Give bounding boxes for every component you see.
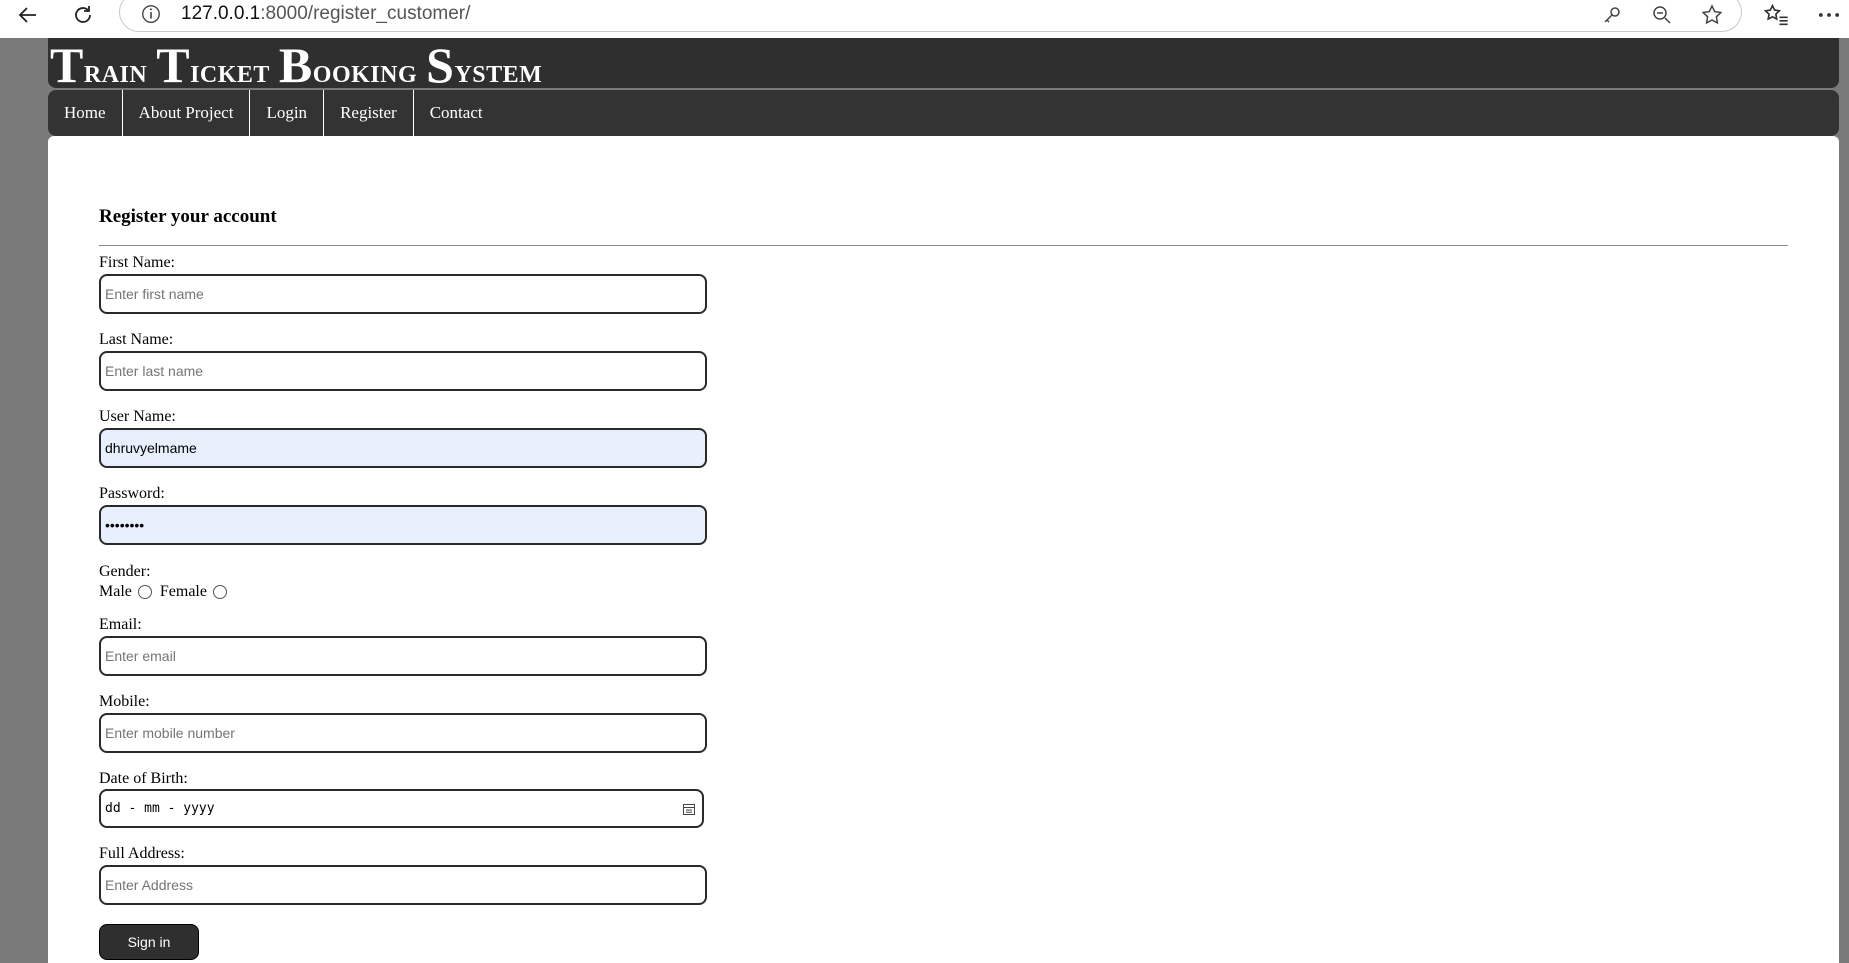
site-title-part: B <box>278 37 313 93</box>
user-name-input[interactable] <box>99 428 707 468</box>
menu-item-contact[interactable]: Contact <box>414 90 499 136</box>
site-title-part: icket <box>190 53 279 90</box>
dob-label: Date of Birth: <box>99 770 188 787</box>
main-menu: Home About Project Login Register Contac… <box>48 90 1839 136</box>
last-name-label: Last Name: <box>99 331 174 348</box>
menu-item-register[interactable]: Register <box>324 90 414 136</box>
user-name-label: User Name: <box>99 408 176 425</box>
gender-options: Male Female <box>99 583 235 601</box>
dob-placeholder: dd - mm - yyyy <box>105 801 215 816</box>
password-label: Password: <box>99 485 165 502</box>
zoom-out-icon[interactable] <box>1650 3 1674 27</box>
url-host: 127.0.0.1 <box>181 3 261 24</box>
menu-item-about-project[interactable]: About Project <box>123 90 251 136</box>
gender-male-label: Male <box>99 583 132 600</box>
gender-label: Gender: <box>99 563 151 580</box>
back-arrow-icon <box>18 7 36 23</box>
site-info-icon[interactable] <box>140 3 162 25</box>
reload-button[interactable] <box>63 0 103 30</box>
last-name-input[interactable] <box>99 351 707 391</box>
mobile-label: Mobile: <box>99 693 150 710</box>
more-options-icon[interactable] <box>1815 1 1843 29</box>
calendar-icon[interactable] <box>682 802 696 816</box>
address-input[interactable] <box>99 865 707 905</box>
favorites-list-icon[interactable] <box>1762 1 1790 29</box>
site-title: Train Ticket Booking System <box>50 36 542 94</box>
menu-item-home[interactable]: Home <box>48 90 123 136</box>
address-label: Full Address: <box>99 845 185 862</box>
registration-panel: Register your account First Name: Last N… <box>48 136 1839 963</box>
password-input[interactable] <box>99 505 707 545</box>
first-name-label: First Name: <box>99 254 175 271</box>
site-title-part: ystem <box>454 53 543 90</box>
divider <box>99 245 1788 246</box>
email-label: Email: <box>99 616 142 633</box>
reload-icon <box>75 6 91 23</box>
form-title: Register your account <box>99 206 277 227</box>
url-path: :8000/register_customer/ <box>260 3 471 24</box>
sign-in-button[interactable]: Sign in <box>99 924 199 960</box>
gender-male-radio[interactable] <box>137 585 152 599</box>
browser-toolbar: 127.0.0.1:8000/register_customer/ <box>0 0 1849 38</box>
url-text: 127.0.0.1:8000/register_customer/ <box>181 3 470 25</box>
site-title-part: ooking <box>312 53 427 90</box>
email-input[interactable] <box>99 636 707 676</box>
site-title-part: T <box>156 37 191 93</box>
site-header: Train Ticket Booking System <box>48 37 1839 93</box>
favorite-star-icon[interactable] <box>1700 3 1724 27</box>
gender-female-label: Female <box>159 583 207 600</box>
site-title-part: rain <box>83 53 157 90</box>
dob-input[interactable]: dd - mm - yyyy <box>99 789 704 828</box>
site-title-part: T <box>50 37 84 93</box>
mobile-input[interactable] <box>99 713 707 753</box>
gender-female-radio[interactable] <box>212 585 227 599</box>
key-icon[interactable] <box>1600 3 1624 27</box>
site-title-part: S <box>426 37 455 93</box>
address-bar[interactable]: 127.0.0.1:8000/register_customer/ <box>119 0 1742 32</box>
first-name-input[interactable] <box>99 274 707 314</box>
back-button[interactable] <box>8 0 48 30</box>
menu-item-login[interactable]: Login <box>250 90 325 136</box>
